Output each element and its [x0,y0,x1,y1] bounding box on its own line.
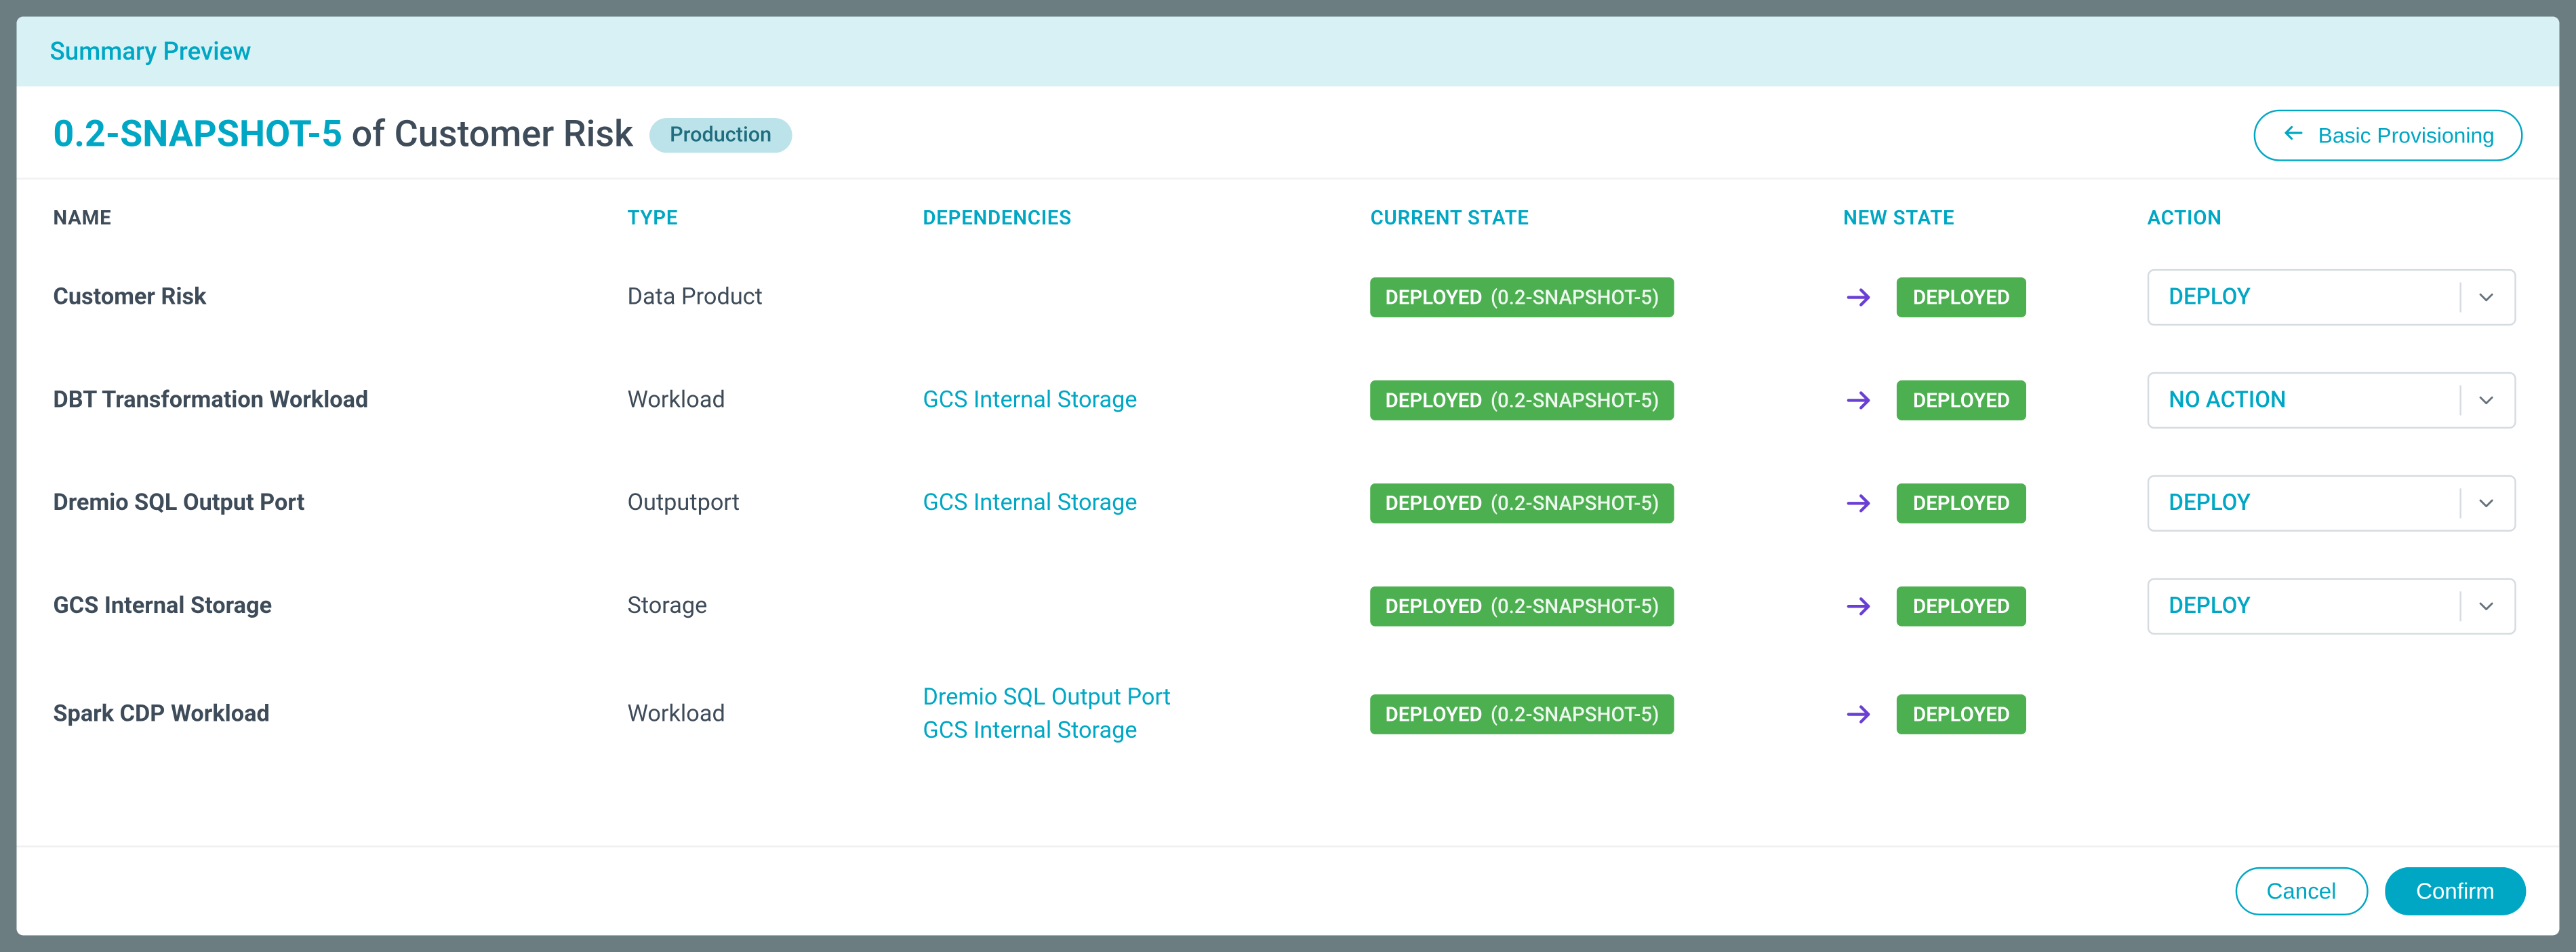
summary-preview-modal: Summary Preview 0.2-SNAPSHOT-5 of Custom… [17,17,2560,936]
arrow-right-icon [1843,591,1873,621]
snapshot-version: 0.2-SNAPSHOT-5 [53,115,342,156]
row-dependencies: GCS Internal Storage [906,349,1354,452]
col-header-new-state: NEW STATE [1827,180,2131,246]
row-current-state: DEPLOYED (0.2-SNAPSHOT-5) [1354,452,1827,555]
row-current-state: DEPLOYED (0.2-SNAPSHOT-5) [1354,555,1827,658]
row-name: GCS Internal Storage [37,555,611,658]
banner: Summary Preview [17,17,2560,87]
row-type: Data Product [611,246,906,349]
dependency-link[interactable]: GCS Internal Storage [923,486,1337,520]
dependency-link[interactable]: GCS Internal Storage [923,384,1337,418]
basic-provisioning-button[interactable]: Basic Provisioning [2253,110,2522,161]
arrow-right-icon [1843,488,1873,518]
arrow-right-icon [1843,385,1873,415]
page-title: 0.2-SNAPSHOT-5 of Customer Risk [53,115,633,156]
row-dependencies: GCS Internal Storage [906,452,1354,555]
row-current-state: DEPLOYED (0.2-SNAPSHOT-5) [1354,246,1827,349]
row-name: Spark CDP Workload [37,658,611,772]
row-type: Storage [611,555,906,658]
row-new-state: DEPLOYED [1827,658,2131,772]
row-action: DEPLOY [2131,555,2539,658]
row-new-state: DEPLOYED [1827,452,2131,555]
row-action: DEPLOY [2131,452,2539,555]
arrow-left-icon [2282,121,2305,150]
row-new-state: DEPLOYED [1827,349,2131,452]
table-row: Customer RiskData Product DEPLOYED (0.2-S… [37,246,2539,349]
deployed-badge: DEPLOYED (0.2-SNAPSHOT-5) [1371,587,1674,627]
table-row: Dremio SQL Output PortOutputport GCS Inte… [37,452,2539,555]
col-header-dependencies: DEPENDENCIES [906,180,1354,246]
environment-badge: Production [650,118,792,153]
chevron-down-icon [2474,389,2497,412]
row-current-state: DEPLOYED (0.2-SNAPSHOT-5) [1354,349,1827,452]
row-type: Outputport [611,452,906,555]
row-type: Workload [611,349,906,452]
table-row: DBT Transformation WorkloadWorkload GCS I… [37,349,2539,452]
basic-provisioning-label: Basic Provisioning [2318,123,2495,148]
title-product: Customer Risk [395,115,634,156]
action-select-value: DEPLOY [2169,490,2251,517]
title-bar: 0.2-SNAPSHOT-5 of Customer Risk Producti… [17,86,2560,179]
row-name: Customer Risk [37,246,611,349]
deployed-badge: DEPLOYED [1897,380,2027,420]
confirm-button[interactable]: Confirm [2385,867,2527,915]
action-select-value: DEPLOY [2169,284,2251,311]
dependency-link[interactable]: GCS Internal Storage [923,715,1337,749]
col-header-current-state: CURRENT STATE [1354,180,1827,246]
table-container: NAME TYPE DEPENDENCIES CURRENT STATE NEW… [17,180,2560,846]
action-select-value: DEPLOY [2169,593,2251,620]
action-select[interactable]: DEPLOY [2148,475,2516,532]
row-current-state: DEPLOYED (0.2-SNAPSHOT-5) [1354,658,1827,772]
deployed-badge: DEPLOYED (0.2-SNAPSHOT-5) [1371,483,1674,523]
deployed-badge: DEPLOYED [1897,483,2027,523]
row-type: Workload [611,658,906,772]
row-dependencies: Dremio SQL Output PortGCS Internal Stora… [906,658,1354,772]
action-select[interactable]: NO ACTION [2148,372,2516,429]
row-dependencies [906,555,1354,658]
cancel-button[interactable]: Cancel [2235,867,2368,915]
deployed-badge: DEPLOYED (0.2-SNAPSHOT-5) [1371,277,1674,317]
row-action [2131,658,2539,772]
arrow-right-icon [1843,283,1873,313]
row-name: Dremio SQL Output Port [37,452,611,555]
deployed-badge: DEPLOYED [1897,277,2027,317]
chevron-down-icon [2474,285,2497,309]
row-action: DEPLOY [2131,246,2539,349]
table-row: GCS Internal StorageStorage DEPLOYED (0.2… [37,555,2539,658]
arrow-right-icon [1843,700,1873,730]
action-select-value: NO ACTION [2169,387,2286,414]
chevron-down-icon [2474,492,2497,515]
row-name: DBT Transformation Workload [37,349,611,452]
summary-table: NAME TYPE DEPENDENCIES CURRENT STATE NEW… [37,180,2539,772]
title-left: 0.2-SNAPSHOT-5 of Customer Risk Producti… [53,115,791,156]
dependency-link[interactable]: Dremio SQL Output Port [923,681,1337,715]
row-action: NO ACTION [2131,349,2539,452]
col-header-type: TYPE [611,180,906,246]
col-header-action: ACTION [2131,180,2539,246]
table-row: Spark CDP WorkloadWorkloadDremio SQL Out… [37,658,2539,772]
row-new-state: DEPLOYED [1827,555,2131,658]
row-new-state: DEPLOYED [1827,246,2131,349]
deployed-badge: DEPLOYED [1897,587,2027,627]
col-header-name: NAME [37,180,611,246]
row-dependencies [906,246,1354,349]
title-of: of [342,115,394,156]
chevron-down-icon [2474,595,2497,618]
modal-footer: Cancel Confirm [17,846,2560,935]
deployed-badge: DEPLOYED [1897,695,2027,735]
banner-title: Summary Preview [50,37,251,66]
action-select[interactable]: DEPLOY [2148,578,2516,635]
deployed-badge: DEPLOYED (0.2-SNAPSHOT-5) [1371,380,1674,420]
deployed-badge: DEPLOYED (0.2-SNAPSHOT-5) [1371,695,1674,735]
action-select[interactable]: DEPLOY [2148,269,2516,325]
